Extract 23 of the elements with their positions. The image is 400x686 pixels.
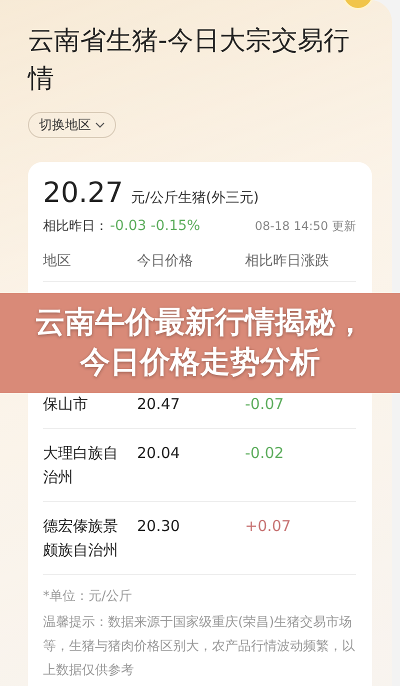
update-time: 08-18 14:50 更新 (254, 218, 356, 235)
footnote: *单位：元/公斤 (43, 588, 133, 606)
region-cell-text: 大理白族自治州 (43, 443, 119, 488)
footnote: 温馨提示：数据来源于国家级重庆(荣昌)生猪交易市场等，生猪与猪肉价格区别大，农产品行情波动频繁，以上数据仅供参考 (43, 614, 356, 680)
price-change: -0.03 -0.15% (110, 218, 200, 234)
region-switch-button[interactable]: 切换地区 (28, 112, 116, 138)
change-cell-text: -0.02 (245, 443, 285, 464)
price-value: 20.27 (43, 176, 124, 209)
column-header: 相比昨日涨跌 (245, 252, 330, 271)
compare-label: 相比昨日： (43, 218, 108, 235)
change-cell-text: -0.07 (245, 394, 285, 415)
region-cell-text: 德宏傣族景颇族自治州 (43, 516, 119, 561)
price-cell-text: 20.04 (137, 443, 181, 464)
region-cell-text: 保山市 (43, 394, 89, 415)
column-header: 今日价格 (137, 252, 194, 271)
price-unit: 元/公斤生猪(外三元) (131, 189, 259, 207)
change-cell-text: +0.07 (245, 516, 292, 537)
chevron-down-icon (95, 122, 105, 128)
headline-text: 云南牛价最新行情揭秘，今日价格走势分析 (34, 304, 366, 382)
page-title: 云南省生猪-今日大宗交易行情 (28, 25, 350, 96)
price-cell-text: 20.47 (137, 394, 181, 415)
column-header: 地区 (43, 252, 72, 271)
price-cell-text: 20.30 (137, 516, 181, 537)
